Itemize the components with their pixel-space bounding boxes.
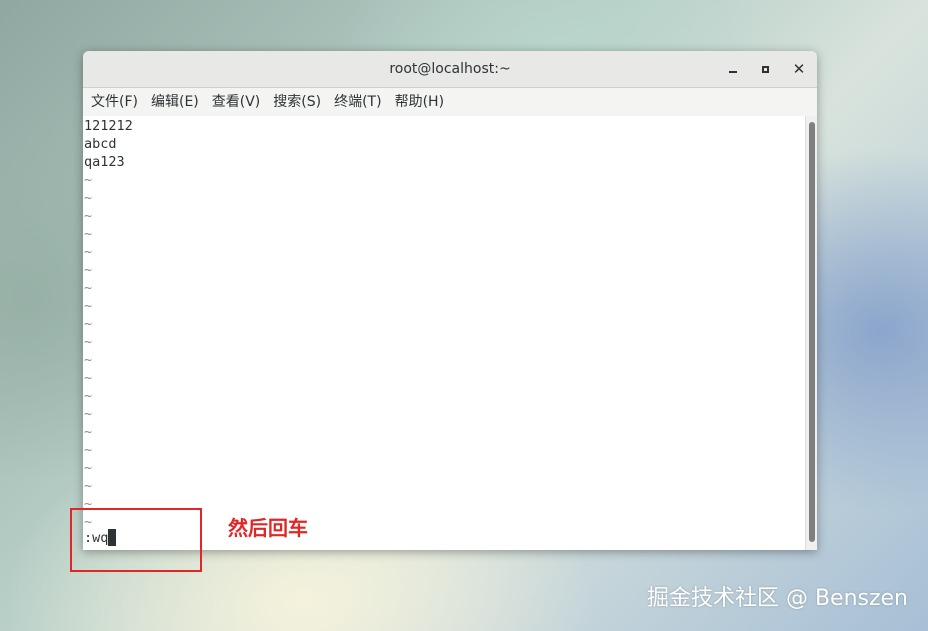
empty-line-tilde: ~ (84, 316, 93, 332)
menu-view[interactable]: 查看(V) (207, 88, 269, 116)
close-button[interactable]: ✕ (789, 59, 809, 79)
maximize-icon (761, 65, 769, 73)
empty-line-tilde: ~ (84, 460, 93, 476)
close-icon: ✕ (792, 60, 806, 78)
empty-line-tilde: ~ (84, 172, 93, 188)
empty-line-tilde: ~ (84, 208, 93, 224)
empty-line-tilde: ~ (84, 226, 93, 242)
terminal-content[interactable]: 121212 abcd qa123 ~ ~ ~ ~ ~ ~ ~ ~ ~ ~ ~ ~ ~ ~ ~ ~ ~ ~ ~ ~ :… (83, 116, 805, 550)
menu-terminal[interactable]: 终端(T) (329, 88, 389, 116)
minimize-button[interactable] (723, 59, 743, 79)
empty-line-tilde: ~ (84, 262, 93, 278)
scrollbar-thumb[interactable] (809, 122, 815, 542)
menu-search[interactable]: 搜索(S) (268, 88, 329, 116)
empty-line-tilde: ~ (84, 334, 93, 350)
minimize-icon (729, 71, 737, 73)
vertical-scrollbar[interactable] (805, 116, 817, 550)
menu-file[interactable]: 文件(F) (86, 88, 146, 116)
file-line: 121212 (84, 118, 133, 134)
maximize-button[interactable] (755, 59, 775, 79)
empty-line-tilde: ~ (84, 190, 93, 206)
window-title: root@localhost:~ (389, 61, 511, 77)
empty-line-tilde: ~ (84, 406, 93, 422)
annotation-text: 然后回车 (228, 516, 308, 540)
empty-line-tilde: ~ (84, 244, 93, 260)
empty-line-tilde: ~ (84, 352, 93, 368)
menu-bar: 文件(F) 编辑(E) 查看(V) 搜索(S) 终端(T) 帮助(H) (83, 88, 817, 117)
file-line: abcd (84, 136, 117, 152)
empty-line-tilde: ~ (84, 442, 93, 458)
menu-edit[interactable]: 编辑(E) (146, 88, 207, 116)
empty-line-tilde: ~ (84, 280, 93, 296)
title-bar[interactable]: root@localhost:~ ✕ (83, 51, 817, 88)
file-line: qa123 (84, 154, 125, 170)
empty-line-tilde: ~ (84, 424, 93, 440)
watermark: 掘金技术社区 @ Benszen (646, 586, 908, 611)
terminal-window: root@localhost:~ ✕ 文件(F) 编辑(E) 查看(V) 搜索(… (83, 51, 817, 550)
empty-line-tilde: ~ (84, 370, 93, 386)
annotation-highlight-box (70, 508, 202, 572)
menu-help[interactable]: 帮助(H) (390, 88, 452, 116)
empty-line-tilde: ~ (84, 388, 93, 404)
empty-line-tilde: ~ (84, 298, 93, 314)
empty-line-tilde: ~ (84, 478, 93, 494)
